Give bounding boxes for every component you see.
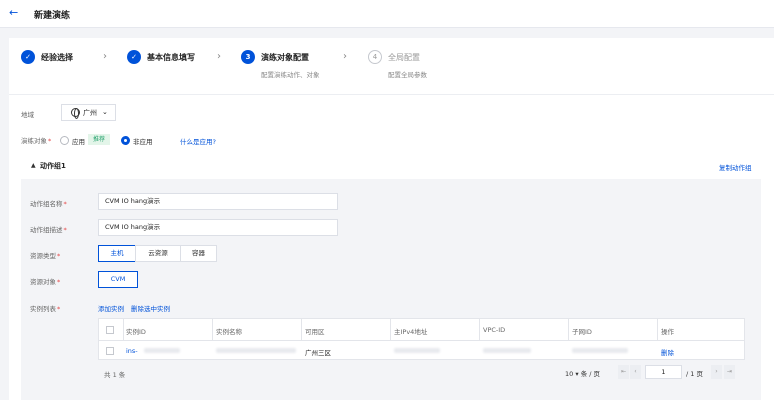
what-is-application-link[interactable]: 什么是应用? [180, 136, 216, 146]
total-count: 共 1 条 [104, 371, 126, 379]
add-instance-link[interactable]: 添加实例 [98, 303, 124, 313]
resource-object-cvm[interactable]: CVM [98, 271, 138, 288]
th-ipv4: 主IPv4地址 [394, 328, 428, 336]
radio-application-label: 应用 [72, 138, 85, 146]
radio-application[interactable] [60, 136, 69, 145]
region-label: 地域 [21, 111, 34, 119]
column-divider [123, 319, 124, 341]
cell-instance-id[interactable]: ins- [126, 347, 138, 355]
page-number-input[interactable]: 1 [645, 365, 682, 379]
next-page-icon[interactable]: › [711, 365, 722, 379]
prev-page-icon[interactable]: ‹ [630, 365, 641, 379]
th-action: 操作 [661, 328, 674, 336]
step-label: 基本信息填写 [147, 53, 195, 62]
resource-type-container[interactable]: 容器 [180, 245, 217, 262]
last-page-icon[interactable]: ⇥ [724, 365, 735, 379]
check-icon: ✓ [21, 50, 35, 64]
group-name-label: 动作组名称* [30, 200, 67, 208]
row-checkbox[interactable] [106, 347, 114, 355]
redacted-text [572, 348, 628, 353]
th-instance-name: 实例名称 [216, 328, 242, 336]
group-desc-label: 动作组描述* [30, 226, 67, 234]
resource-type-label: 资源类型* [30, 252, 61, 260]
chevron-right-icon: › [217, 51, 221, 62]
step-number: 4 [368, 50, 382, 64]
main-card: ✓ 经验选择 › ✓ 基本信息填写 › 3 演练对象配置 配置演练动作、对象 ›… [9, 38, 774, 400]
globe-icon [71, 108, 80, 119]
th-subnet-id: 子网ID [572, 328, 592, 336]
table-header: 实例ID 实例名称 可用区 主IPv4地址 VPC-ID 子网ID 操作 [99, 319, 744, 341]
column-divider [301, 319, 302, 341]
total-pages: / 1 页 [686, 370, 703, 378]
region-select[interactable]: 广州 ⌄ [61, 104, 116, 121]
top-bar: ← 新建演练 [0, 0, 774, 28]
column-divider [212, 319, 213, 341]
first-page-icon[interactable]: ⇤ [618, 365, 629, 379]
chevron-down-icon: ⌄ [102, 108, 108, 116]
group-name-input[interactable]: CVM IO hang演示 [98, 193, 338, 210]
check-icon: ✓ [127, 50, 141, 64]
step-label: 经验选择 [41, 53, 73, 62]
redacted-text [394, 348, 440, 353]
step-desc: 配置演练动作、对象 [261, 71, 320, 79]
caret-down-icon: ▾ [575, 370, 579, 378]
chevron-right-icon: › [103, 51, 107, 62]
redacted-text [483, 348, 531, 353]
page-title: 新建演练 [34, 11, 71, 21]
drill-object-label: 演练对象* [21, 137, 52, 145]
redacted-text [144, 348, 180, 353]
resource-type-host[interactable]: 主机 [98, 245, 136, 262]
column-divider [568, 319, 569, 341]
radio-non-application[interactable] [121, 136, 130, 145]
radio-non-application-label: 非应用 [133, 138, 153, 146]
page-size-select[interactable]: 10 ▾ 条 / 页 [565, 368, 600, 378]
action-group-title[interactable]: 动作组1 [40, 161, 66, 171]
stepper: ✓ 经验选择 › ✓ 基本信息填写 › 3 演练对象配置 配置演练动作、对象 ›… [21, 50, 761, 82]
instance-table: 实例ID 实例名称 可用区 主IPv4地址 VPC-ID 子网ID 操作 ins… [98, 318, 745, 360]
th-zone: 可用区 [305, 328, 325, 336]
th-vpc-id: VPC-ID [483, 326, 506, 334]
column-divider [657, 319, 658, 341]
column-divider [479, 319, 480, 341]
redacted-text [216, 348, 296, 353]
divider [9, 94, 774, 95]
arrow-left-icon[interactable]: ← [9, 7, 18, 19]
step-label: 全局配置 [388, 53, 420, 62]
resource-object-label: 资源对象* [30, 278, 61, 286]
instance-list-label: 实例列表* [30, 305, 61, 313]
chevron-right-icon: › [343, 51, 347, 62]
select-all-checkbox[interactable] [106, 326, 114, 334]
step-desc: 配置全局参数 [388, 71, 427, 79]
th-instance-id: 实例ID [126, 328, 146, 336]
resource-type-cloud[interactable]: 云资源 [135, 245, 181, 262]
delete-selected-link[interactable]: 删除选中实例 [131, 303, 170, 313]
delete-row-link[interactable]: 删除 [661, 347, 674, 357]
copy-action-group-link[interactable]: 复制动作组 [719, 162, 752, 172]
column-divider [390, 319, 391, 341]
group-desc-input[interactable]: CVM IO hang演示 [98, 219, 338, 236]
caret-up-icon[interactable]: ▲ [31, 162, 36, 169]
step-number: 3 [241, 50, 255, 64]
step-label: 演练对象配置 [261, 53, 309, 62]
region-value: 广州 [83, 109, 97, 117]
cell-zone: 广州三区 [305, 349, 331, 357]
recommend-tag: 推荐 [88, 134, 110, 145]
